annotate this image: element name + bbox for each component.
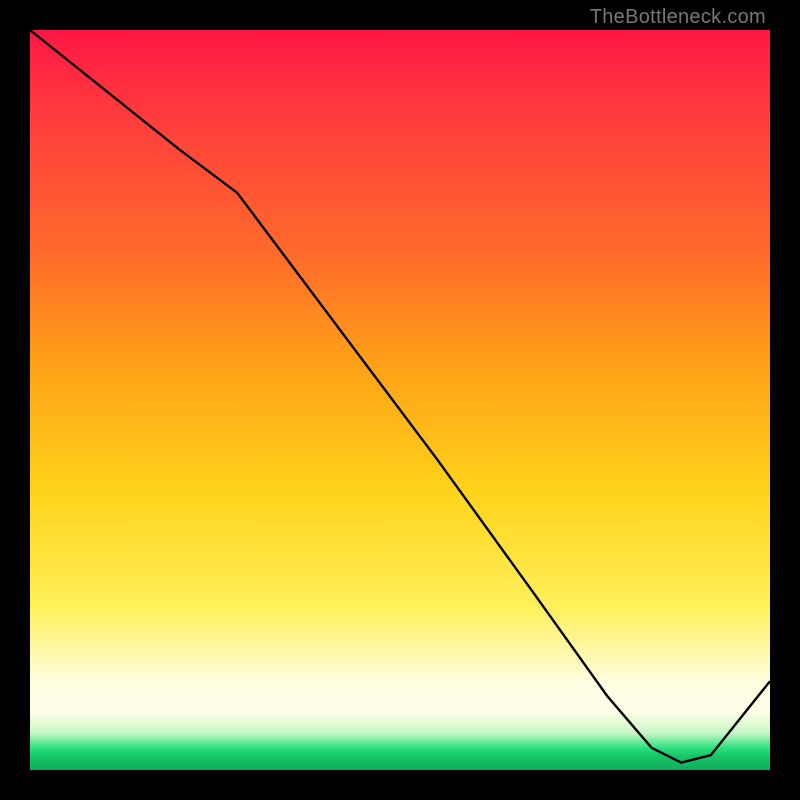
attribution-text: TheBottleneck.com <box>590 6 766 29</box>
chart-frame <box>30 30 770 770</box>
curve-path <box>30 30 770 763</box>
bottleneck-curve <box>30 30 770 770</box>
